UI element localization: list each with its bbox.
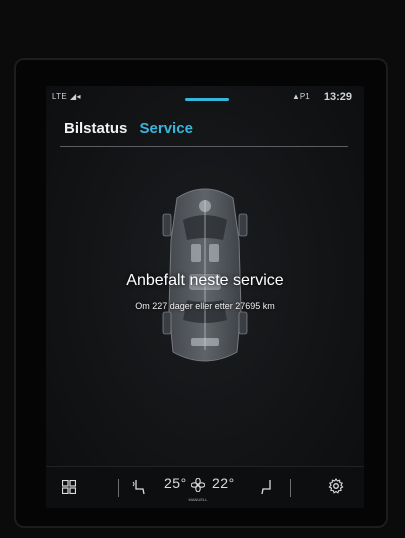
left-temperature[interactable]: 25° bbox=[164, 475, 187, 491]
tab-service[interactable]: Service bbox=[140, 120, 193, 137]
climate-mode-label: MANUELL bbox=[188, 497, 208, 502]
status-bar[interactable]: LTE ◢◂ ▲P1 13:29 bbox=[46, 86, 364, 108]
seat-heating-right-icon[interactable] bbox=[260, 478, 274, 496]
gear-icon[interactable] bbox=[328, 478, 344, 494]
service-detail: Om 227 dager eller etter 27695 km bbox=[135, 301, 275, 311]
header-divider bbox=[60, 146, 348, 147]
grid-icon[interactable] bbox=[62, 480, 76, 494]
infotainment-screen: LTE ◢◂ ▲P1 13:29 Bilstatus Service Anbef… bbox=[46, 86, 364, 508]
clock: 13:29 bbox=[323, 91, 352, 103]
separator bbox=[118, 479, 119, 497]
fan-icon[interactable] bbox=[191, 478, 205, 492]
signal-strength-icon: ◢◂ bbox=[70, 92, 81, 101]
right-temperature[interactable]: 22° bbox=[212, 475, 235, 491]
active-profile-indicator: ▲P1 bbox=[292, 92, 310, 101]
climate-bar: 25° MANUELL 22° bbox=[46, 466, 364, 508]
top-view-pull-handle[interactable] bbox=[185, 98, 229, 101]
seat-heating-left-icon[interactable] bbox=[132, 478, 146, 496]
tab-bar: Bilstatus Service bbox=[64, 120, 201, 137]
separator bbox=[290, 479, 291, 497]
network-signal-label: LTE bbox=[52, 92, 67, 101]
service-title: Anbefalt neste service bbox=[126, 272, 284, 289]
tab-bilstatus[interactable]: Bilstatus bbox=[64, 120, 127, 137]
